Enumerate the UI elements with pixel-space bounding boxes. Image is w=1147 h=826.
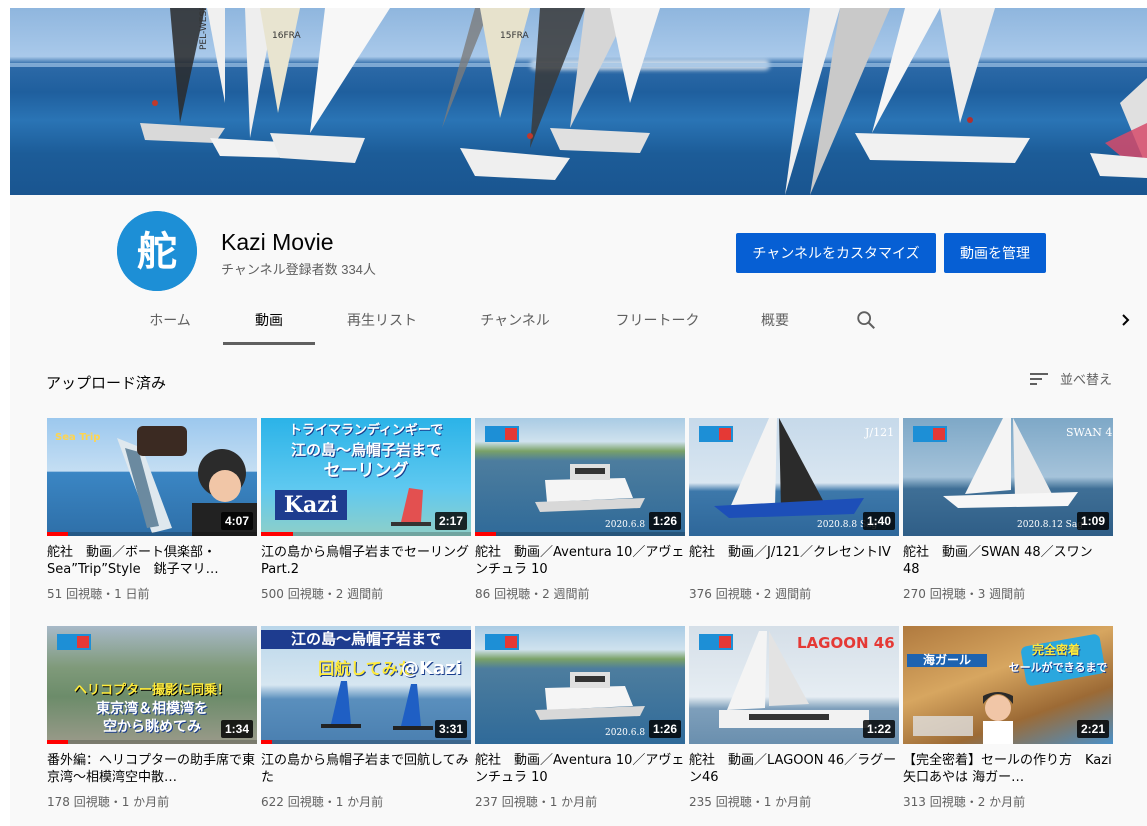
video-thumbnail[interactable]: ヘリコプター撮影に同乗！ 東京湾＆相模湾を 空から眺めてみ 1:34: [47, 626, 257, 744]
video-meta: 51 回視聴・1 日前: [47, 587, 150, 601]
tab-home[interactable]: ホーム: [135, 295, 205, 345]
video-card[interactable]: SWAN 48 2020.8.12 Sag 1:09 舵社 動画／SWAN 48…: [903, 418, 1113, 602]
chevron-right-icon[interactable]: [1116, 309, 1136, 331]
sail-number: 15FRA: [500, 31, 530, 41]
video-thumbnail[interactable]: 完全密着 セールができるまで 海ガール 2:21: [903, 626, 1113, 744]
search-icon[interactable]: [855, 309, 877, 331]
thumbnail-tag: J/121: [864, 426, 894, 439]
thumbnail-tag: LAGOON 46: [797, 634, 895, 652]
video-thumbnail[interactable]: Sea Trip 4:07: [47, 418, 257, 536]
customize-channel-button[interactable]: チャンネルをカスタマイズ: [736, 233, 936, 273]
tab-channels[interactable]: チャンネル: [465, 295, 565, 345]
video-title[interactable]: 舵社 動画／Aventura 10／アヴェンチュラ 10: [475, 752, 685, 786]
video-meta: 313 回視聴・2 か月前: [903, 795, 1026, 809]
video-title[interactable]: 舵社 動画／SWAN 48／スワン 48: [903, 544, 1113, 578]
thumbnail-caption: Sea Trip: [55, 432, 100, 443]
video-card[interactable]: 江の島～烏帽子岩まで 回航してみた @Kazi 3:31 江の島から烏帽子岩まで…: [261, 626, 471, 810]
sail-number: PEL-WESE: [199, 8, 209, 50]
tab-discussion[interactable]: フリートーク: [600, 295, 715, 345]
video-duration: 1:26: [648, 512, 681, 530]
watch-progress: [47, 740, 257, 744]
video-duration: 1:40: [862, 512, 895, 530]
video-duration: 1:34: [220, 720, 253, 738]
video-meta: 235 回視聴・1 か月前: [689, 795, 812, 809]
thumbnail-caption: 東京湾＆相模湾を: [96, 701, 208, 717]
video-title[interactable]: 舵社 動画／Aventura 10／アヴェンチュラ 10: [475, 544, 685, 578]
thumbnail-caption: ヘリコプター撮影に同乗！: [73, 683, 230, 698]
banner-sailboats-image: PEL-WESE 16FRA 15FRA: [10, 8, 1147, 195]
video-thumbnail[interactable]: 2020.6.8 1:26: [475, 626, 685, 744]
video-title[interactable]: 【完全密着】セールの作り方 Kazi 矢口あやは 海ガー…: [903, 752, 1113, 786]
tab-about[interactable]: 概要: [745, 295, 805, 345]
video-card[interactable]: トライマランディンギーで 江の島～烏帽子岩まで セーリング Kazi 2:17 …: [261, 418, 471, 602]
channel-header: 舵 Kazi Movie チャンネル登録者数 334人 チャンネルをカスタマイズ…: [10, 195, 1147, 345]
channel-avatar-glyph: 舵: [137, 229, 177, 275]
manage-videos-button[interactable]: 動画を管理: [944, 233, 1046, 273]
sail-number: 16FRA: [272, 31, 302, 41]
section-title: アップロード済み: [46, 374, 167, 392]
thumbnail-caption: 2020.8.12 Sag: [1017, 520, 1083, 530]
video-meta: 622 回視聴・1 か月前: [261, 795, 384, 809]
kazi-movie-logo: [57, 634, 91, 650]
channel-avatar[interactable]: 舵: [117, 211, 197, 291]
video-duration: 3:31: [434, 720, 467, 738]
channel-banner: PEL-WESE 16FRA 15FRA: [10, 8, 1147, 195]
channel-name: Kazi Movie: [221, 229, 334, 255]
subscriber-count: チャンネル登録者数 334人: [221, 262, 376, 277]
video-thumbnail[interactable]: トライマランディンギーで 江の島～烏帽子岩まで セーリング Kazi 2:17: [261, 418, 471, 536]
watch-progress: [47, 532, 257, 536]
video-meta: 500 回視聴・2 週間前: [261, 587, 384, 601]
video-duration: 2:21: [1076, 720, 1109, 738]
watch-progress: [475, 532, 685, 536]
video-duration: 1:26: [648, 720, 681, 738]
video-thumbnail[interactable]: 江の島～烏帽子岩まで 回航してみた @Kazi 3:31: [261, 626, 471, 744]
video-duration: 2:17: [434, 512, 467, 530]
video-title[interactable]: 舵社 動画／ボート倶楽部・Sea”Trip”Style 銚子マリ…: [47, 544, 257, 578]
channel-logo-icon: 舵: [117, 211, 197, 291]
thumbnail-tag: SWAN 48: [1066, 426, 1113, 439]
video-card[interactable]: Sea Trip 4:07 舵社 動画／ボート倶楽部・Sea”Trip”Styl…: [47, 418, 257, 602]
video-card[interactable]: 2020.6.8 1:26 舵社 動画／Aventura 10／アヴェンチュラ …: [475, 626, 685, 810]
video-duration: 1:09: [1076, 512, 1109, 530]
thumbnail-caption: 2020.6.8: [605, 728, 645, 738]
sort-button[interactable]: 並べ替え: [1030, 369, 1112, 388]
video-thumbnail[interactable]: LAGOON 46 1:22: [689, 626, 899, 744]
video-title[interactable]: 江の島から烏帽子岩までセーリングPart.2: [261, 544, 471, 578]
video-duration: 4:07: [220, 512, 253, 530]
sort-label: 並べ替え: [1060, 373, 1113, 388]
video-card[interactable]: 完全密着 セールができるまで 海ガール 2:21 【完全密着】セールの作り方 K…: [903, 626, 1113, 810]
sort-icon: [1030, 372, 1048, 385]
video-card[interactable]: LAGOON 46 1:22 舵社 動画／LAGOON 46／ラグーン46 23…: [689, 626, 899, 810]
video-title[interactable]: 江の島から烏帽子岩まで回航してみた: [261, 752, 471, 786]
video-meta: 376 回視聴・2 週間前: [689, 587, 812, 601]
watch-progress: [261, 740, 471, 744]
video-title[interactable]: 番外編：ヘリコプターの助手席で東京湾～相模湾空中散…: [47, 752, 257, 786]
channel-tabs: ホーム 動画 再生リスト チャンネル フリートーク 概要: [10, 295, 1147, 345]
video-title[interactable]: 舵社 動画／J/121／クレセントIV: [689, 544, 899, 578]
video-card[interactable]: J/121 2020.8.8 Sag 1:40 舵社 動画／J/121／クレセン…: [689, 418, 899, 602]
tab-videos[interactable]: 動画: [223, 295, 315, 345]
video-thumbnail[interactable]: 2020.6.8 1:26: [475, 418, 685, 536]
thumbnail-caption: 2020.6.8: [605, 520, 645, 530]
video-card[interactable]: ヘリコプター撮影に同乗！ 東京湾＆相模湾を 空から眺めてみ 1:34 番外編：ヘ…: [47, 626, 257, 810]
video-meta: 86 回視聴・2 週間前: [475, 587, 590, 601]
video-thumbnail[interactable]: J/121 2020.8.8 Sag 1:40: [689, 418, 899, 536]
video-title[interactable]: 舵社 動画／LAGOON 46／ラグーン46: [689, 752, 899, 786]
video-meta: 237 回視聴・1 か月前: [475, 795, 598, 809]
video-meta: 270 回視聴・3 週間前: [903, 587, 1026, 601]
video-card[interactable]: 2020.6.8 1:26 舵社 動画／Aventura 10／アヴェンチュラ …: [475, 418, 685, 602]
watch-progress: [261, 532, 471, 536]
videos-section: アップロード済み 並べ替え Sea Trip 4:07 舵社 動画／ボート倶楽部…: [10, 345, 1147, 826]
tab-playlists[interactable]: 再生リスト: [332, 295, 432, 345]
video-thumbnail[interactable]: SWAN 48 2020.8.12 Sag 1:09: [903, 418, 1113, 536]
video-meta: 178 回視聴・1 か月前: [47, 795, 170, 809]
video-duration: 1:22: [862, 720, 895, 738]
